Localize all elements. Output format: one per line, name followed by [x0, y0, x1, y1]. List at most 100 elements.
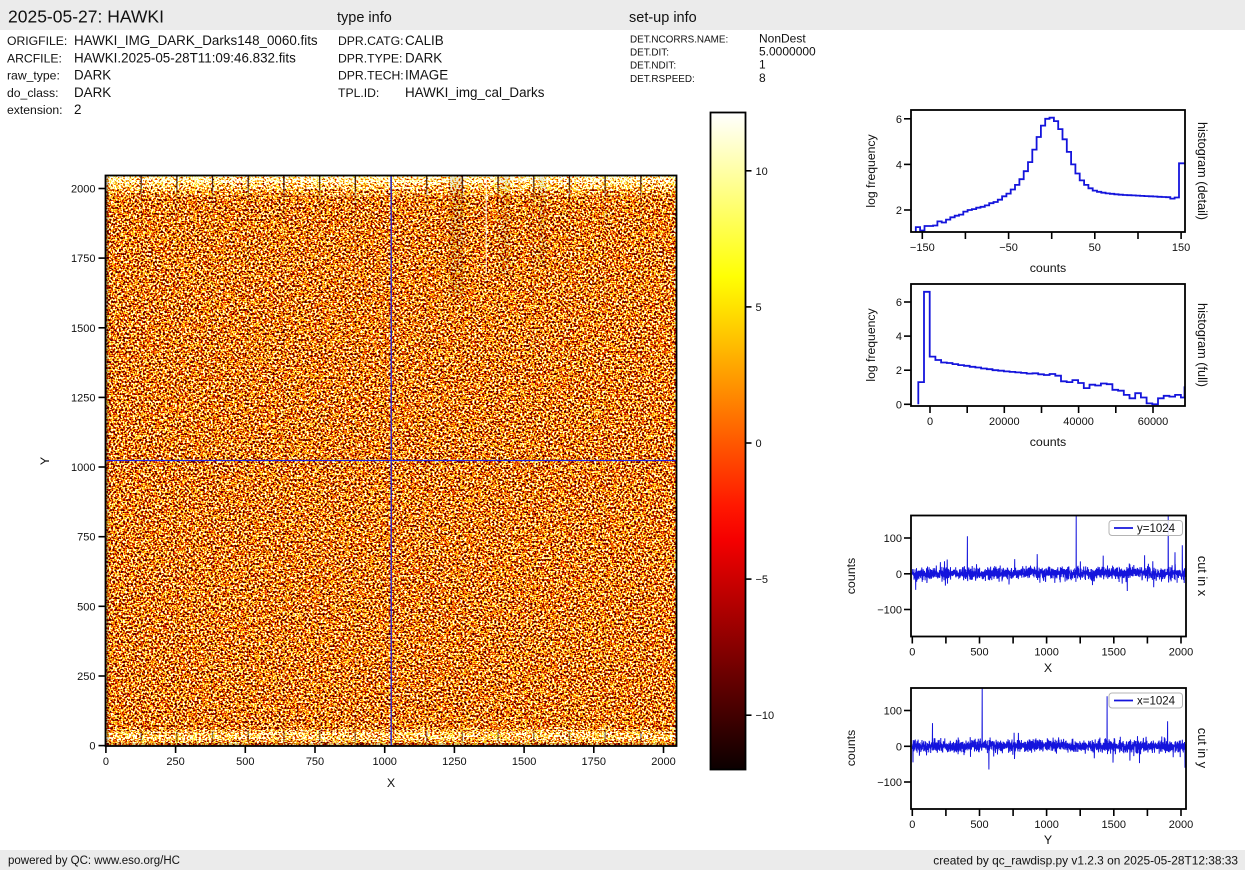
svg-text:DET.NDIT:: DET.NDIT: — [630, 61, 676, 72]
svg-text:DARK: DARK — [74, 68, 111, 83]
svg-text:NonDest: NonDest — [759, 32, 806, 46]
svg-text:2: 2 — [896, 205, 902, 217]
svg-text:−100: −100 — [877, 777, 902, 789]
svg-text:0: 0 — [103, 756, 109, 768]
svg-text:1500: 1500 — [512, 756, 536, 768]
svg-text:2025-05-27: HAWKI: 2025-05-27: HAWKI — [8, 7, 164, 27]
svg-text:ORIGFILE:: ORIGFILE: — [7, 34, 67, 48]
svg-text:DPR.TYPE:: DPR.TYPE: — [338, 51, 402, 65]
svg-text:DARK: DARK — [405, 50, 442, 65]
svg-text:1500: 1500 — [1102, 819, 1126, 831]
svg-text:log frequency: log frequency — [864, 134, 878, 208]
svg-text:2: 2 — [74, 102, 81, 117]
svg-text:8: 8 — [759, 71, 766, 85]
svg-text:cut in y: cut in y — [1195, 728, 1209, 769]
svg-text:0: 0 — [909, 647, 915, 659]
svg-text:ARCFILE:: ARCFILE: — [7, 51, 62, 65]
svg-text:HAWKI_img_cal_Darks: HAWKI_img_cal_Darks — [405, 85, 545, 100]
svg-text:counts: counts — [1030, 435, 1067, 449]
svg-text:2000: 2000 — [71, 184, 95, 196]
svg-text:1000: 1000 — [1034, 647, 1058, 659]
svg-text:Y: Y — [1044, 833, 1052, 847]
svg-text:1500: 1500 — [71, 323, 95, 335]
svg-text:X: X — [387, 776, 395, 790]
svg-text:500: 500 — [970, 819, 988, 831]
svg-text:0: 0 — [896, 569, 902, 581]
svg-text:100: 100 — [884, 706, 902, 718]
svg-text:750: 750 — [77, 532, 95, 544]
svg-text:5: 5 — [756, 302, 762, 314]
svg-text:6: 6 — [896, 114, 902, 126]
svg-text:1000: 1000 — [1034, 819, 1058, 831]
svg-text:−50: −50 — [999, 242, 1018, 254]
svg-text:DET.NCORRS.NAME:: DET.NCORRS.NAME: — [630, 35, 728, 46]
svg-text:TPL.ID:: TPL.ID: — [338, 86, 379, 100]
svg-text:500: 500 — [236, 756, 254, 768]
svg-text:0: 0 — [896, 399, 902, 411]
svg-text:DET.RSPEED:: DET.RSPEED: — [630, 74, 695, 85]
svg-text:−5: −5 — [756, 574, 769, 586]
svg-text:2: 2 — [896, 365, 902, 377]
svg-text:1750: 1750 — [71, 253, 95, 265]
svg-text:40000: 40000 — [1063, 416, 1094, 428]
svg-text:4: 4 — [896, 331, 902, 343]
svg-text:0: 0 — [896, 741, 902, 753]
svg-text:750: 750 — [306, 756, 324, 768]
svg-text:histogram (detail): histogram (detail) — [1195, 122, 1209, 220]
svg-text:y=1024: y=1024 — [1137, 523, 1176, 535]
svg-text:X: X — [1044, 661, 1052, 675]
svg-text:log frequency: log frequency — [864, 308, 878, 382]
svg-text:5.0000000: 5.0000000 — [759, 45, 816, 59]
svg-text:0: 0 — [89, 741, 95, 753]
svg-text:counts: counts — [844, 558, 858, 595]
svg-text:DPR.CATG:: DPR.CATG: — [338, 34, 403, 48]
svg-text:HAWKI_IMG_DARK_Darks148_0060.f: HAWKI_IMG_DARK_Darks148_0060.fits — [74, 33, 318, 48]
svg-text:−100: −100 — [877, 605, 902, 617]
svg-text:histogram (full): histogram (full) — [1195, 303, 1209, 387]
svg-text:1000: 1000 — [71, 462, 95, 474]
svg-text:0: 0 — [927, 416, 933, 428]
svg-text:do_class:: do_class: — [7, 86, 59, 100]
svg-text:250: 250 — [166, 756, 184, 768]
svg-text:cut in x: cut in x — [1195, 556, 1209, 597]
svg-text:x=1024: x=1024 — [1137, 696, 1176, 708]
svg-text:60000: 60000 — [1138, 416, 1169, 428]
svg-text:20000: 20000 — [989, 416, 1020, 428]
svg-text:50: 50 — [1089, 242, 1101, 254]
svg-text:2000: 2000 — [1169, 647, 1193, 659]
svg-text:raw_type:: raw_type: — [7, 69, 60, 83]
svg-text:100: 100 — [884, 533, 902, 545]
svg-text:−10: −10 — [756, 710, 775, 722]
svg-text:DPR.TECH:: DPR.TECH: — [338, 69, 404, 83]
svg-text:−150: −150 — [910, 242, 935, 254]
svg-text:counts: counts — [844, 730, 858, 767]
svg-text:0: 0 — [909, 819, 915, 831]
svg-text:IMAGE: IMAGE — [405, 68, 448, 83]
svg-text:500: 500 — [970, 647, 988, 659]
svg-text:extension:: extension: — [7, 103, 63, 117]
svg-text:created by qc_rawdisp.py v1.2.: created by qc_rawdisp.py v1.2.3 on 2025-… — [933, 854, 1238, 868]
svg-text:10: 10 — [756, 166, 768, 178]
svg-text:250: 250 — [77, 671, 95, 683]
svg-text:150: 150 — [1172, 242, 1190, 254]
svg-text:6: 6 — [896, 297, 902, 309]
svg-text:500: 500 — [77, 601, 95, 613]
svg-text:1250: 1250 — [442, 756, 466, 768]
svg-text:1250: 1250 — [71, 392, 95, 404]
svg-text:CALIB: CALIB — [405, 33, 444, 48]
svg-text:2000: 2000 — [1169, 819, 1193, 831]
svg-text:type info: type info — [337, 10, 392, 26]
svg-text:counts: counts — [1030, 261, 1067, 275]
svg-text:Y: Y — [38, 457, 52, 465]
svg-text:DARK: DARK — [74, 85, 111, 100]
svg-text:HAWKI.2025-05-28T11:09:46.832.: HAWKI.2025-05-28T11:09:46.832.fits — [74, 50, 296, 65]
svg-text:4: 4 — [896, 159, 902, 171]
svg-text:1000: 1000 — [372, 756, 396, 768]
svg-text:1500: 1500 — [1102, 647, 1126, 659]
svg-text:1750: 1750 — [582, 756, 606, 768]
svg-text:1: 1 — [759, 58, 766, 72]
svg-text:set-up info: set-up info — [629, 10, 697, 26]
svg-text:0: 0 — [756, 438, 762, 450]
svg-text:powered by QC: www.eso.org/HC: powered by QC: www.eso.org/HC — [8, 855, 180, 867]
svg-text:DET.DIT:: DET.DIT: — [630, 48, 669, 59]
